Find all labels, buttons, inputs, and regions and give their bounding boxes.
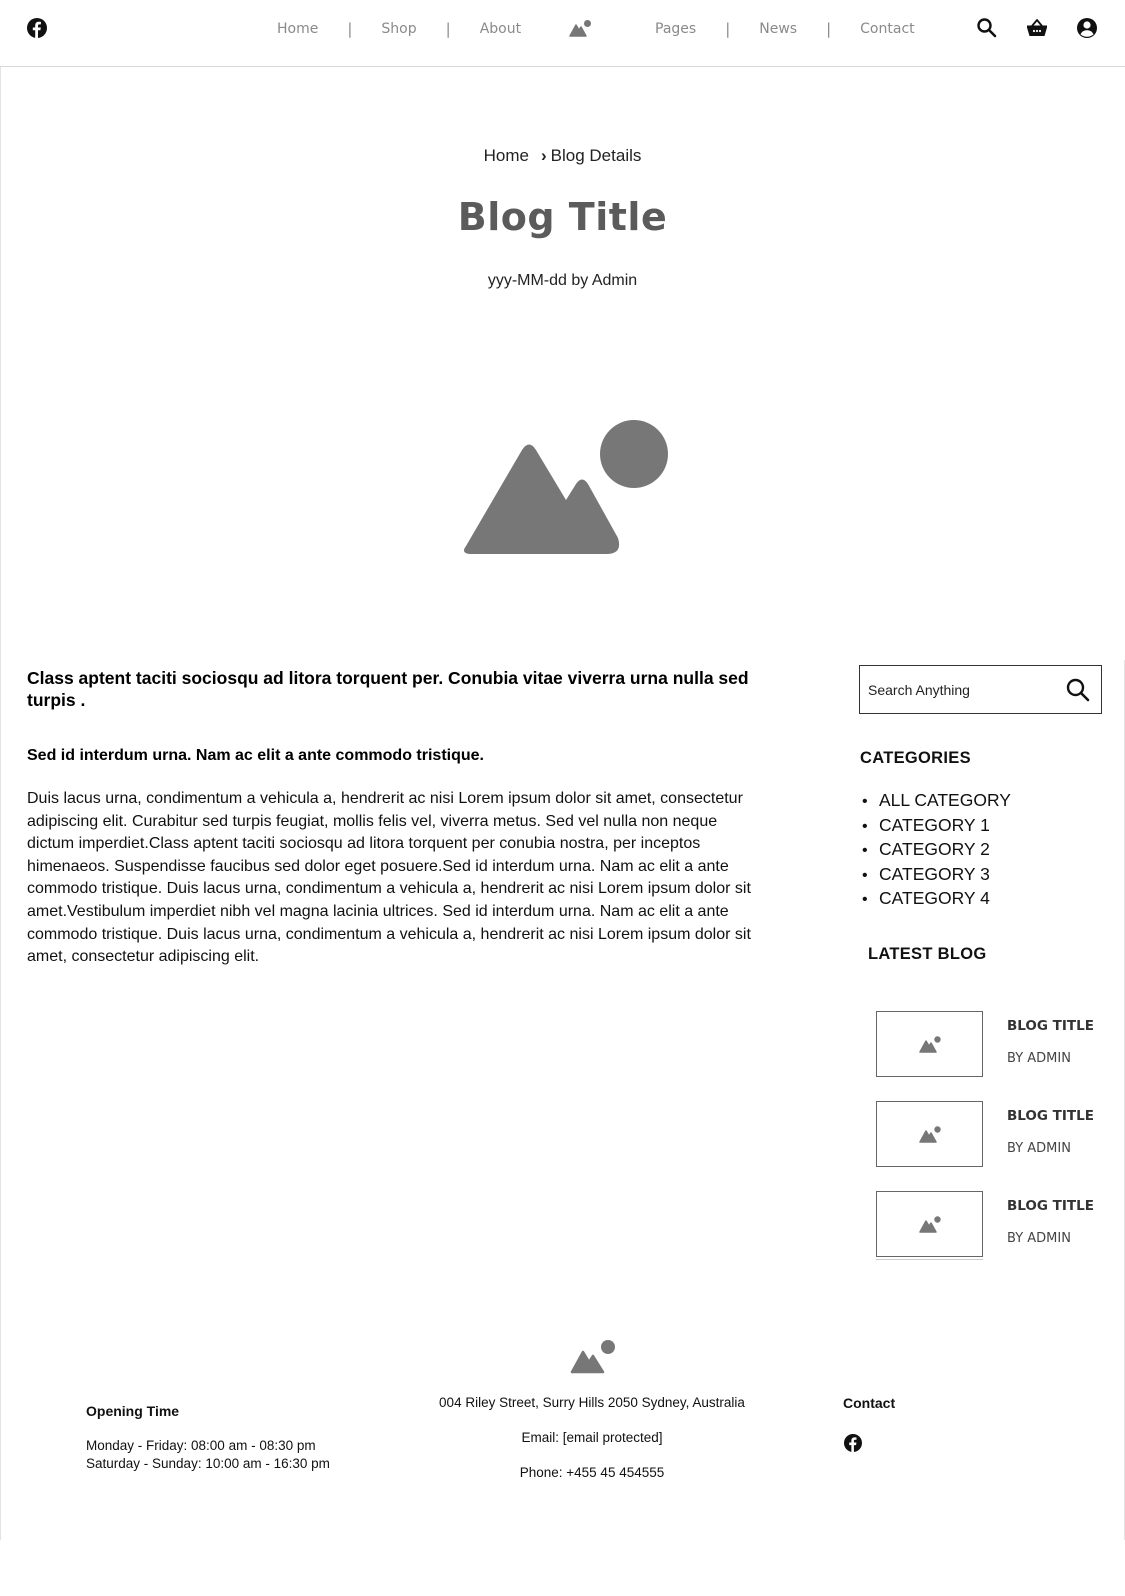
latest-blog-title[interactable]: BLOG TITLE <box>1007 1018 1094 1034</box>
footer-email[interactable]: Email: [email protected] <box>390 1430 794 1445</box>
user-icon[interactable] <box>1076 17 1098 39</box>
breadcrumb-current: Blog Details <box>550 146 642 165</box>
latest-blog-item[interactable]: BLOG TITLE BY ADMIN <box>876 1011 1106 1077</box>
nav-separator: | <box>725 20 731 38</box>
breadcrumb: Home › Blog Details <box>0 146 1125 166</box>
latest-blog-heading: LATEST BLOG <box>868 945 987 963</box>
search-input[interactable] <box>868 678 1053 702</box>
site-header: Home | Shop | About Pages | News | Conta… <box>0 0 1125 67</box>
article-lead: Class aptent taciti sociosqu ad litora t… <box>27 668 749 710</box>
footer-address: 004 Riley Street, Surry Hills 2050 Sydne… <box>439 1395 745 1410</box>
contact-heading: Contact <box>843 1395 896 1411</box>
latest-blog-author: BY ADMIN <box>1007 1231 1071 1246</box>
nav-separator: | <box>347 20 353 38</box>
categories-list: ALL CATEGORY CATEGORY 1 CATEGORY 2 CATEG… <box>862 789 1011 912</box>
latest-blog-item[interactable]: BLOG TITLE BY ADMIN <box>876 1191 1106 1257</box>
nav-home[interactable]: Home <box>277 21 318 37</box>
article-body: Duis lacus urna, condimentum a vehicula … <box>27 790 751 966</box>
categories-heading: CATEGORIES <box>860 749 971 767</box>
chevron-right-icon: › <box>540 146 547 165</box>
breadcrumb-home[interactable]: Home <box>484 146 529 165</box>
nav-separator: | <box>826 20 832 38</box>
category-item-all[interactable]: ALL CATEGORY <box>862 789 1011 814</box>
nav-shop[interactable]: Shop <box>381 21 416 37</box>
latest-blog-thumbnail[interactable] <box>876 1191 983 1257</box>
opening-weekday: Monday - Friday: 08:00 am - 08:30 pm <box>86 1438 316 1453</box>
image-placeholder-icon <box>919 1126 941 1143</box>
logo-mountain-icon[interactable] <box>569 19 593 37</box>
facebook-icon[interactable] <box>844 1434 862 1452</box>
nav-right: Pages | News | Contact <box>655 19 915 39</box>
latest-blog-title[interactable]: BLOG TITLE <box>1007 1108 1094 1124</box>
footer-phone: Phone: +455 45 454555 <box>519 1465 665 1480</box>
nav-contact[interactable]: Contact <box>860 21 914 37</box>
basket-icon[interactable] <box>1026 17 1048 39</box>
logo-mountain-icon[interactable] <box>570 1339 618 1374</box>
image-placeholder-icon <box>919 1216 941 1233</box>
search-icon[interactable] <box>1065 677 1091 703</box>
facebook-icon[interactable] <box>27 18 47 38</box>
opening-hours: Monday - Friday: 08:00 am - 08:30 pm Sat… <box>86 1437 330 1472</box>
nav-pages[interactable]: Pages <box>655 21 696 37</box>
image-placeholder-icon <box>919 1036 941 1053</box>
nav-about[interactable]: About <box>480 21 521 37</box>
image-placeholder-icon <box>464 420 668 554</box>
divider <box>876 1259 983 1260</box>
category-item-1[interactable]: CATEGORY 1 <box>862 814 1011 839</box>
opening-weekend: Saturday - Sunday: 10:00 am - 16:30 pm <box>86 1455 330 1471</box>
search-icon[interactable] <box>976 17 998 39</box>
latest-blog-thumbnail[interactable] <box>876 1011 983 1077</box>
latest-blog-item[interactable]: BLOG TITLE BY ADMIN <box>876 1101 1106 1167</box>
category-item-2[interactable]: CATEGORY 2 <box>862 838 1011 863</box>
category-item-4[interactable]: CATEGORY 4 <box>862 887 1011 912</box>
latest-blog-thumbnail[interactable] <box>876 1101 983 1167</box>
category-item-3[interactable]: CATEGORY 3 <box>862 863 1011 888</box>
nav-separator: | <box>445 20 451 38</box>
opening-time-heading: Opening Time <box>86 1403 180 1419</box>
latest-blog-author: BY ADMIN <box>1007 1051 1071 1066</box>
page-title: Blog Title <box>457 195 668 239</box>
article-subheading: Sed id interdum urna. Nam ac elit a ante… <box>27 747 484 764</box>
sidebar-search <box>859 665 1102 714</box>
post-meta: yyy-MM-dd by Admin <box>487 272 638 289</box>
nav-left: Home | Shop | About <box>277 19 521 39</box>
article-content: Class aptent taciti sociosqu ad litora t… <box>27 667 767 969</box>
latest-blog-title[interactable]: BLOG TITLE <box>1007 1198 1094 1214</box>
nav-news[interactable]: News <box>759 21 797 37</box>
latest-blog-author: BY ADMIN <box>1007 1141 1071 1156</box>
